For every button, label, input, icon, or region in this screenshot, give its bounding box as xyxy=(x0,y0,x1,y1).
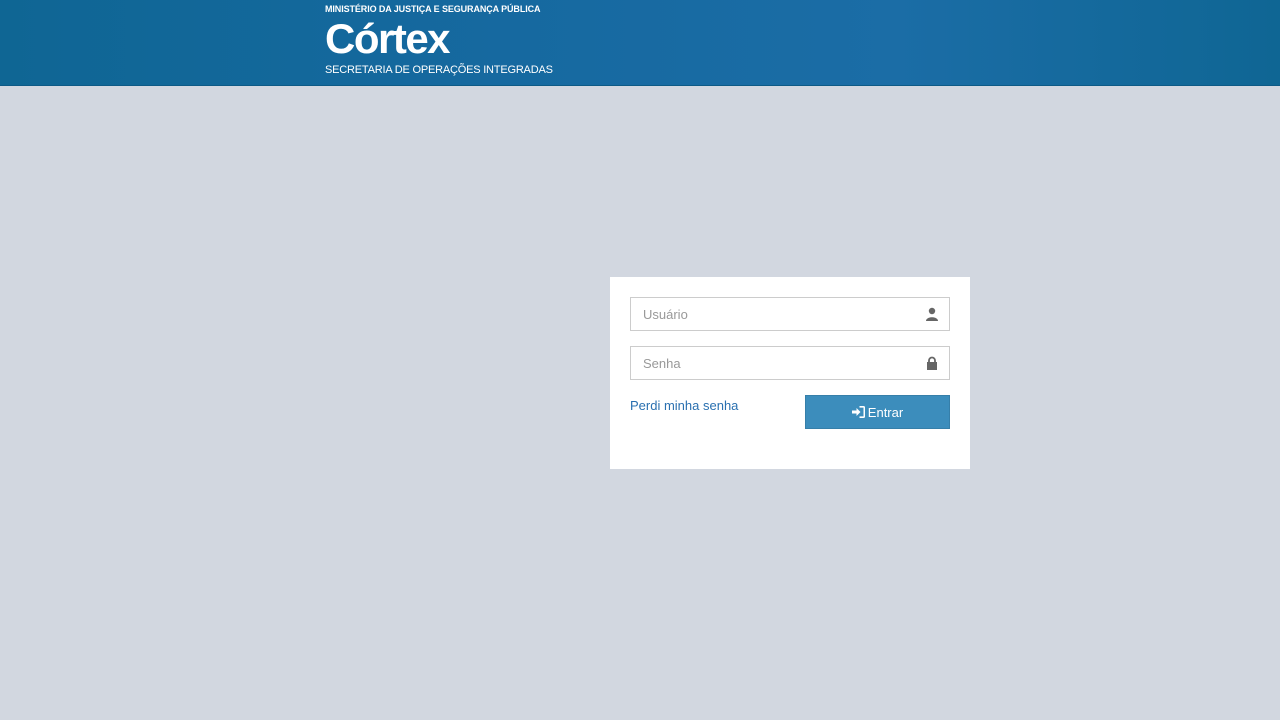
login-button-label: Entrar xyxy=(867,404,904,420)
password-input[interactable] xyxy=(631,347,913,379)
user-icon xyxy=(926,307,938,321)
lock-icon xyxy=(927,356,937,370)
secretariat-label: SECRETARIA DE OPERAÇÕES INTEGRADAS xyxy=(325,64,553,76)
login-button[interactable]: Entrar xyxy=(805,395,950,429)
login-box: Perdi minha senha Entrar xyxy=(610,277,970,469)
forgot-password-link[interactable]: Perdi minha senha xyxy=(630,398,738,413)
sign-in-icon xyxy=(851,406,865,418)
top-header: MINISTÉRIO DA JUSTIÇA E SEGURANÇA PÚBLIC… xyxy=(0,0,1280,86)
app-title: Córtex xyxy=(325,15,451,62)
username-field xyxy=(630,297,950,331)
username-input[interactable] xyxy=(631,298,913,330)
password-field xyxy=(630,346,950,380)
ministry-label: MINISTÉRIO DA JUSTIÇA E SEGURANÇA PÚBLIC… xyxy=(325,4,541,14)
